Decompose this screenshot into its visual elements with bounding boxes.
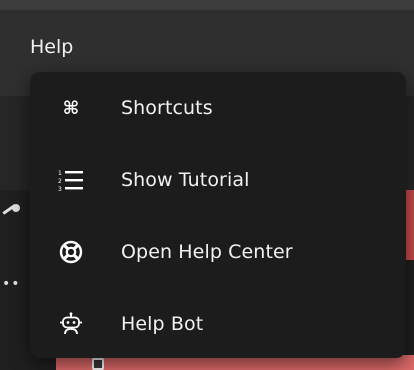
numbered-list-icon: 1 2 3 — [58, 167, 84, 193]
more-dots-icon: •• — [2, 276, 21, 292]
app-window: Help •• ⌘ Shortcuts 1 2 3 Show Tutorial … — [0, 0, 414, 370]
menu-item-label: Shortcuts — [121, 97, 213, 119]
svg-text:3: 3 — [58, 186, 62, 192]
menu-item-label: Show Tutorial — [121, 169, 250, 191]
svg-text:2: 2 — [58, 178, 62, 185]
menu-item-shortcuts[interactable]: ⌘ Shortcuts — [30, 72, 406, 144]
menubar-help[interactable]: Help — [30, 34, 73, 60]
menu-item-label: Help Bot — [121, 313, 204, 335]
lifebuoy-icon — [58, 239, 84, 265]
robot-icon — [58, 311, 84, 337]
window-top-edge — [0, 0, 414, 10]
graph-node — [12, 204, 20, 212]
command-key-icon: ⌘ — [62, 97, 80, 119]
svg-text:1: 1 — [58, 170, 62, 177]
menu-item-open-help-center[interactable]: Open Help Center — [30, 216, 406, 288]
help-menu-dropdown: ⌘ Shortcuts 1 2 3 Show Tutorial Open Hel… — [30, 72, 406, 358]
menu-item-help-bot[interactable]: Help Bot — [30, 288, 406, 360]
menu-item-label: Open Help Center — [121, 241, 293, 263]
menu-item-show-tutorial[interactable]: 1 2 3 Show Tutorial — [30, 144, 406, 216]
